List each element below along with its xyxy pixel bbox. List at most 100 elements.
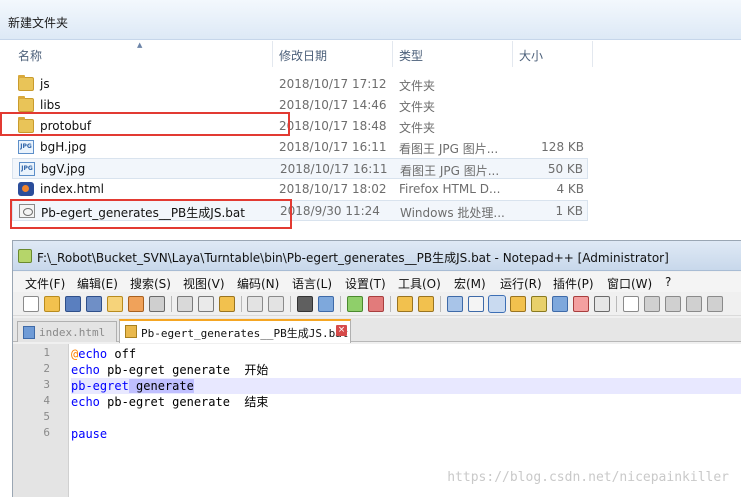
toolbar-separator — [440, 296, 441, 312]
code-token: pb-egret generate 开始 — [99, 363, 269, 377]
print-icon[interactable] — [149, 296, 165, 312]
undo-icon[interactable] — [247, 296, 263, 312]
user-language-icon[interactable] — [510, 296, 526, 312]
jpg-file-icon: JPG — [18, 140, 34, 154]
doc-map-icon[interactable] — [531, 296, 547, 312]
play-macro-icon[interactable] — [665, 296, 681, 312]
file-type: Windows 批处理... — [400, 206, 505, 220]
code-token: echo — [78, 347, 108, 361]
column-header-name[interactable]: 名称 — [18, 47, 42, 64]
line-number: 2 — [43, 362, 50, 375]
file-type: 文件夹 — [399, 100, 436, 114]
file-type: 文件夹 — [399, 79, 436, 93]
copy-icon[interactable] — [198, 296, 214, 312]
run-macro-multiple-icon[interactable] — [686, 296, 702, 312]
toolbar-separator — [290, 296, 291, 312]
tab-pb-bat[interactable]: Pb-egert_generates__PB生成JS.bat × — [119, 319, 351, 343]
menu-plugins[interactable]: 插件(P) — [553, 275, 594, 292]
menu-macro[interactable]: 宏(M) — [454, 275, 486, 292]
code-token: echo — [71, 363, 100, 377]
file-row-index-html[interactable]: index.html 2018/10/17 18:02 Firefox HTML… — [12, 179, 588, 200]
npp-title-bar: F:\_Robot\Bucket_SVN\Laya\Turntable\bin\… — [13, 241, 741, 271]
file-size: 128 KB — [541, 140, 584, 154]
new-file-icon[interactable] — [23, 296, 39, 312]
column-header-type[interactable]: 类型 — [399, 47, 423, 64]
explorer-title-bar: 新建文件夹 — [0, 0, 741, 40]
menu-tools[interactable]: 工具(O) — [398, 275, 441, 292]
code-line[interactable]: echo pb-egret generate 结束 — [71, 394, 741, 410]
show-all-chars-icon[interactable] — [468, 296, 484, 312]
code-line[interactable]: pause — [71, 426, 741, 442]
sync-vertical-icon[interactable] — [397, 296, 413, 312]
column-divider[interactable] — [512, 41, 513, 67]
code-line[interactable] — [71, 410, 741, 426]
indent-guide-icon[interactable] — [488, 295, 506, 313]
menu-window[interactable]: 窗口(W) — [607, 275, 652, 292]
column-divider[interactable] — [392, 41, 393, 67]
cut-icon[interactable] — [177, 296, 193, 312]
menu-search[interactable]: 搜索(S) — [130, 275, 171, 292]
find-icon[interactable] — [297, 296, 313, 312]
file-row-bgv-jpg[interactable]: JPG bgV.jpg 2018/10/17 16:11 看图王 JPG 图片.… — [12, 158, 588, 179]
column-divider[interactable] — [592, 41, 593, 67]
code-line-current[interactable]: pb-egret generate — [71, 378, 741, 394]
npp-window-title: F:\_Robot\Bucket_SVN\Laya\Turntable\bin\… — [37, 251, 669, 265]
tab-label: Pb-egert_generates__PB生成JS.bat — [141, 327, 349, 340]
menu-settings[interactable]: 设置(T) — [345, 275, 386, 292]
menu-language[interactable]: 语言(L) — [292, 275, 332, 292]
stop-macro-icon[interactable] — [644, 296, 660, 312]
jpg-file-icon: JPG — [19, 162, 35, 176]
word-wrap-icon[interactable] — [447, 296, 463, 312]
file-row-bgh-jpg[interactable]: JPG bgH.jpg 2018/10/17 16:11 看图王 JPG 图片.… — [12, 137, 588, 158]
menu-help[interactable]: ? — [665, 275, 671, 289]
close-file-icon[interactable] — [107, 296, 123, 312]
file-type: 看图王 JPG 图片... — [400, 164, 500, 178]
menu-bar: 文件(F) 编辑(E) 搜索(S) 视图(V) 编码(N) 语言(L) 设置(T… — [13, 272, 741, 292]
highlight-box-protobuf — [0, 112, 290, 136]
folder-workspace-icon[interactable] — [573, 296, 589, 312]
record-macro-icon[interactable] — [623, 296, 639, 312]
file-date: 2018/10/17 18:48 — [279, 119, 387, 133]
tab-bar: index.html Pb-egert_generates__PB生成JS.ba… — [13, 318, 741, 343]
line-number: 6 — [43, 426, 50, 439]
code-token: pb-egret — [71, 379, 129, 393]
function-list-icon[interactable] — [552, 296, 568, 312]
close-all-icon[interactable] — [128, 296, 144, 312]
file-date: 2018/10/17 14:46 — [279, 98, 387, 112]
column-header-date[interactable]: 修改日期 — [279, 47, 327, 64]
file-size: 4 KB — [556, 182, 584, 196]
toolbar-separator — [171, 296, 172, 312]
redo-icon[interactable] — [268, 296, 284, 312]
code-token: generate — [128, 379, 194, 393]
notepad-plus-plus-window: F:\_Robot\Bucket_SVN\Laya\Turntable\bin\… — [12, 240, 741, 497]
column-header-row: ▲ 名称 修改日期 类型 大小 — [0, 41, 741, 67]
menu-run[interactable]: 运行(R) — [500, 275, 542, 292]
open-file-icon[interactable] — [44, 296, 60, 312]
menu-encoding[interactable]: 编码(N) — [237, 275, 279, 292]
column-header-size[interactable]: 大小 — [519, 47, 543, 64]
file-row-js[interactable]: js 2018/10/17 17:12 文件夹 — [12, 74, 588, 95]
save-macro-icon[interactable] — [707, 296, 723, 312]
file-date: 2018/10/17 18:02 — [279, 182, 387, 196]
menu-file[interactable]: 文件(F) — [25, 275, 65, 292]
sync-horizontal-icon[interactable] — [418, 296, 434, 312]
code-line[interactable]: echo pb-egret generate 开始 — [71, 362, 741, 378]
menu-edit[interactable]: 编辑(E) — [77, 275, 118, 292]
menu-view[interactable]: 视图(V) — [183, 275, 225, 292]
save-icon[interactable] — [65, 296, 81, 312]
zoom-in-icon[interactable] — [347, 296, 363, 312]
paste-icon[interactable] — [219, 296, 235, 312]
file-type: 看图王 JPG 图片... — [399, 142, 499, 156]
replace-icon[interactable] — [318, 296, 334, 312]
code-line[interactable]: @echo off — [71, 346, 741, 362]
file-name: libs — [40, 98, 61, 112]
line-number: 1 — [43, 346, 50, 359]
save-all-icon[interactable] — [86, 296, 102, 312]
column-divider[interactable] — [272, 41, 273, 67]
sort-arrow-icon: ▲ — [137, 41, 143, 49]
close-tab-icon[interactable]: × — [336, 325, 347, 336]
monitoring-icon[interactable] — [594, 296, 610, 312]
zoom-out-icon[interactable] — [368, 296, 384, 312]
tab-index-html[interactable]: index.html — [17, 321, 117, 342]
file-name: js — [40, 77, 50, 91]
